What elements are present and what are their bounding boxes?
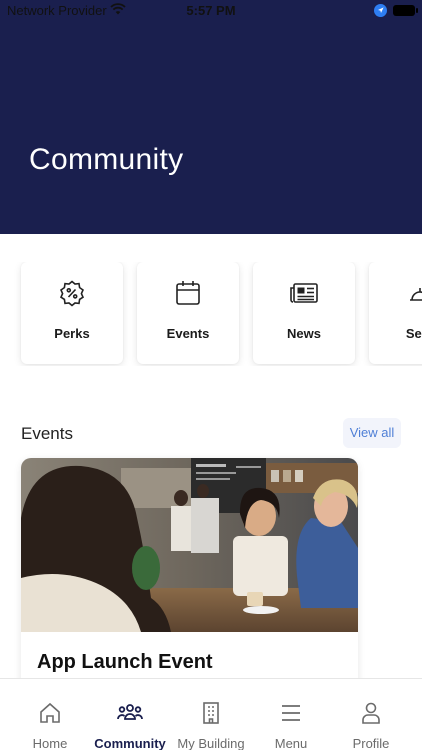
tab-label: Profile [352, 736, 390, 750]
quick-link-label: Perks [54, 326, 90, 341]
tab-profile[interactable]: Profile [321, 679, 421, 750]
percent-badge-icon [21, 279, 123, 307]
section-heading: Events [21, 424, 73, 443]
quick-link-perks[interactable]: Perks [21, 262, 123, 364]
quick-link-label: Serv [405, 326, 422, 341]
tab-bar: Home Community My Building Menu Profile [0, 678, 422, 750]
quick-link-events[interactable]: Events [137, 262, 239, 364]
quick-links-row: Perks Events News Serv [0, 262, 422, 366]
event-photo [21, 458, 358, 632]
events-section-header: Events View all [21, 418, 401, 448]
newspaper-icon [253, 279, 355, 307]
quick-link-news[interactable]: News [253, 262, 355, 364]
bell-icon [369, 279, 422, 307]
hero-header: Community [0, 0, 422, 234]
quick-link-services[interactable]: Serv [369, 262, 422, 364]
page-title: Community [29, 143, 184, 176]
event-card[interactable]: App Launch Event [21, 458, 358, 698]
person-icon [321, 701, 421, 725]
location-arrow-icon [374, 4, 387, 20]
battery-icon [393, 5, 418, 16]
status-bar: Network Provider 5:57 PM [0, 0, 422, 22]
quick-link-label: Events [166, 326, 210, 341]
calendar-icon [137, 279, 239, 307]
status-time: 5:57 PM [186, 3, 236, 18]
view-all-button[interactable]: View all [343, 418, 401, 448]
quick-link-label: News [287, 326, 321, 341]
event-title: App Launch Event [37, 651, 213, 673]
